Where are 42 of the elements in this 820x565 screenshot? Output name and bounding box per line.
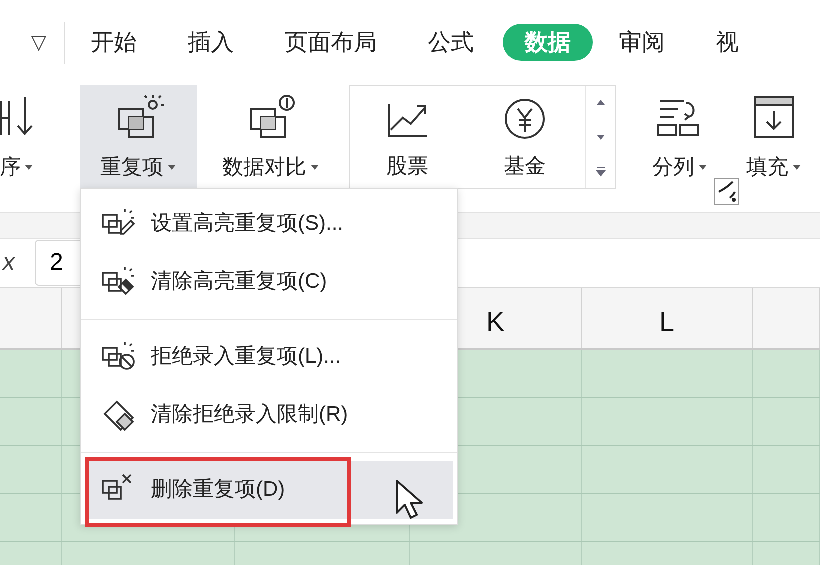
eraser-icon: [101, 398, 137, 432]
menu-item[interactable]: 清除拒绝录入限制(R): [85, 386, 453, 444]
ribbon-tab[interactable]: 页面布局: [275, 24, 387, 62]
ribbon-tab[interactable]: 审阅: [609, 24, 675, 62]
menu-item[interactable]: 拒绝录入重复项(L)...: [85, 328, 453, 386]
ribbon-tab[interactable]: 公式: [418, 24, 484, 62]
caret-icon: [310, 162, 320, 172]
ribbon-button[interactable]: 填充: [734, 85, 814, 189]
grid-cell[interactable]: [582, 398, 753, 445]
mouse-cursor-icon: [394, 479, 426, 519]
menu-item[interactable]: 清除高亮重复项(C): [85, 253, 453, 311]
expand-icon: [594, 166, 606, 176]
ribbon-tab[interactable]: 视: [706, 24, 749, 62]
dropdown-button[interactable]: ▽: [24, 28, 54, 58]
ribbon-button[interactable]: 分列: [634, 85, 726, 189]
input-method-icon[interactable]: [714, 178, 740, 206]
caret-icon: [166, 162, 176, 172]
column-header[interactable]: K: [486, 302, 504, 342]
ribbon-button[interactable]: 股票: [350, 86, 465, 188]
grid-cell[interactable]: [753, 350, 820, 397]
menu-item[interactable]: 设置高亮重复项(S)...: [85, 195, 453, 253]
grid-cell[interactable]: [582, 350, 753, 397]
ribbon-tab[interactable]: 开始: [81, 24, 147, 62]
ribbon-button[interactable]: 重复项: [80, 85, 197, 189]
caret-icon: [792, 162, 802, 172]
ribbon-button[interactable]: 数据对比: [201, 85, 341, 189]
grid-cell[interactable]: [753, 446, 820, 493]
formula-label: x: [3, 248, 15, 278]
column-header[interactable]: L: [659, 302, 675, 342]
grid-cell[interactable]: [753, 398, 820, 445]
ribbon-tab[interactable]: 插入: [178, 24, 244, 62]
caret-icon: [24, 162, 34, 172]
grid-cell[interactable]: [753, 494, 820, 541]
caret-icon: [698, 162, 708, 172]
grid-cell[interactable]: [0, 446, 62, 493]
grid-cell[interactable]: [582, 446, 753, 493]
grid-cell[interactable]: [0, 494, 62, 541]
grid-cell[interactable]: [0, 398, 62, 445]
grid-cell[interactable]: [0, 350, 62, 397]
grid-cell[interactable]: [582, 494, 753, 541]
ribbon-button[interactable]: 序: [0, 85, 46, 189]
ribbon-button[interactable]: 基金: [465, 86, 585, 188]
